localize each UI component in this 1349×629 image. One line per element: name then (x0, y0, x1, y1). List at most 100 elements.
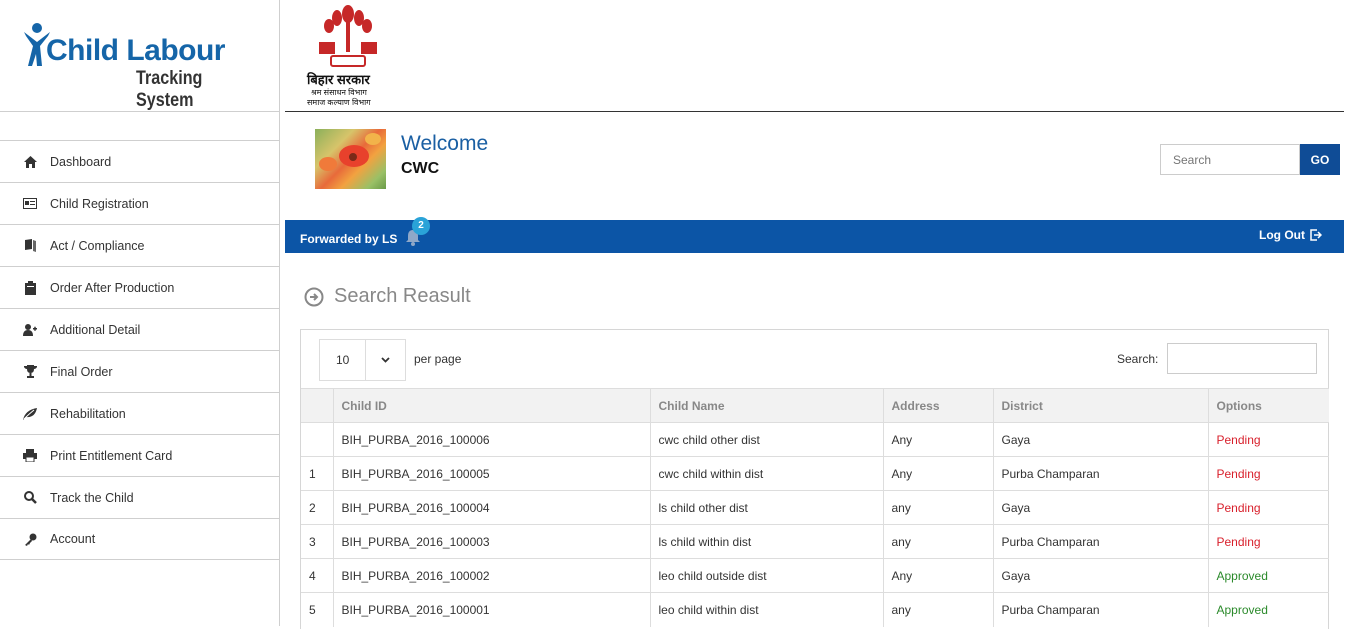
sidebar-item-child-registration[interactable]: Child Registration (0, 182, 279, 224)
row-index: 1 (301, 456, 334, 491)
district: Gaya (993, 422, 1209, 457)
column-header-child-name[interactable]: Child Name (650, 388, 884, 423)
emblem-line1: बिहार सरकार (307, 72, 370, 87)
table-search-label: Search: (1117, 352, 1159, 366)
sidebar-item-label: Account (50, 532, 96, 546)
welcome-area: Welcome CWC GO (285, 112, 1344, 220)
sidebar-item-label: Print Entitlement Card (50, 448, 173, 463)
column-header-district[interactable]: District (993, 388, 1209, 423)
table-search-input[interactable] (1167, 343, 1317, 374)
child-id: BIH_PURBA_2016_100004 (333, 490, 651, 525)
sidebar-item-track-the-child[interactable]: Track the Child (0, 476, 279, 518)
leaf-icon (22, 406, 38, 422)
sidebar-item-print-entitlement-card[interactable]: Print Entitlement Card (0, 434, 279, 476)
child-name: ls child within dist (650, 524, 884, 559)
clipboard-icon (22, 280, 38, 296)
row-index: 3 (301, 524, 334, 559)
row-index (301, 422, 334, 457)
app-logo[interactable]: Child Labour Tracking System (22, 20, 252, 111)
district: Purba Champaran (993, 524, 1209, 559)
id-card-icon (22, 196, 38, 212)
sidebar: Child Labour Tracking System Dashboard C… (0, 0, 280, 626)
child-name: leo child within dist (650, 592, 884, 627)
emblem-tree-icon (319, 5, 377, 67)
table-row: 4 BIH_PURBA_2016_100002 leo child outsid… (301, 558, 1329, 593)
bihar-government-emblem: बिहार सरकार श्रम संसाधन विभाग समाज कल्या… (305, 4, 395, 108)
sidebar-item-account[interactable]: Account (0, 518, 279, 560)
user-name: CWC (401, 160, 440, 177)
section-title-text: Search Reasult (334, 285, 471, 307)
section-title: Search Reasult (304, 285, 471, 308)
sidebar-item-label: Track the Child (50, 490, 134, 505)
forwarded-link[interactable]: Forwarded by LS (300, 232, 397, 246)
status-link[interactable]: Pending (1208, 422, 1329, 457)
sidebar-item-label: Final Order (50, 364, 113, 379)
address: any (883, 592, 994, 627)
child-name: ls child other dist (650, 490, 884, 525)
logo-title: Child Labour (46, 34, 225, 67)
status-link[interactable]: Pending (1208, 524, 1329, 559)
sidebar-item-dashboard[interactable]: Dashboard (0, 140, 279, 182)
table-row: 5 BIH_PURBA_2016_100001 leo child within… (301, 592, 1329, 627)
row-index: 4 (301, 558, 334, 593)
home-icon (22, 154, 38, 170)
results-panel: 10 per page Search: Child ID Child Name … (300, 329, 1329, 629)
child-id: BIH_PURBA_2016_100003 (333, 524, 651, 559)
column-header-address[interactable]: Address (883, 388, 994, 423)
row-index: 5 (301, 592, 334, 627)
table-row: 3 BIH_PURBA_2016_100003 ls child within … (301, 524, 1329, 559)
top-header: बिहार सरकार श्रम संसाधन विभाग समाज कल्या… (285, 0, 1344, 112)
sidebar-item-label: Dashboard (50, 154, 112, 169)
address: any (883, 524, 994, 559)
search-icon (22, 490, 38, 506)
go-button[interactable]: GO (1300, 144, 1340, 175)
status-link[interactable]: Pending (1208, 456, 1329, 491)
table-row: 1 BIH_PURBA_2016_100005 cwc child within… (301, 456, 1329, 491)
logo-subtitle: Tracking System (136, 68, 203, 111)
action-bar: Forwarded by LS 2 Log Out (285, 217, 1344, 253)
emblem-line3: समाज कल्याण विभाग (307, 98, 371, 107)
results-table: Child ID Child Name Address District Opt… (301, 388, 1329, 627)
sidebar-item-order-after-production[interactable]: Order After Production (0, 266, 279, 308)
district: Purba Champaran (993, 456, 1209, 491)
address: Any (883, 422, 994, 457)
welcome-heading: Welcome (401, 132, 489, 155)
sidebar-nav: Dashboard Child Registration Act / Compl… (0, 140, 279, 560)
chevron-down-icon (366, 340, 405, 380)
table-row: 2 BIH_PURBA_2016_100004 ls child other d… (301, 490, 1329, 525)
per-page-select[interactable]: 10 (319, 339, 406, 381)
status-link[interactable]: Approved (1208, 592, 1329, 627)
address: any (883, 490, 994, 525)
status-link[interactable]: Approved (1208, 558, 1329, 593)
column-header-child-id[interactable]: Child ID (333, 388, 651, 423)
sidebar-item-additional-detail[interactable]: Additional Detail (0, 308, 279, 350)
logout-label: Log Out (1259, 228, 1305, 242)
sidebar-item-rehabilitation[interactable]: Rehabilitation (0, 392, 279, 434)
sidebar-item-final-order[interactable]: Final Order (0, 350, 279, 392)
child-name: cwc child other dist (650, 422, 884, 457)
sidebar-item-act-compliance[interactable]: Act / Compliance (0, 224, 279, 266)
user-plus-icon (22, 322, 38, 338)
logo-area: Child Labour Tracking System (0, 0, 279, 112)
notification-badge: 2 (412, 217, 430, 235)
column-header-options[interactable]: Options (1208, 388, 1329, 423)
search-input[interactable] (1160, 144, 1300, 175)
logout-icon (1310, 229, 1322, 241)
column-header-index[interactable] (301, 388, 334, 423)
arrow-circle-icon (304, 287, 324, 306)
row-index: 2 (301, 490, 334, 525)
table-header-row: Child ID Child Name Address District Opt… (301, 388, 1329, 423)
profile-image (315, 129, 386, 189)
per-page-label: per page (414, 352, 462, 366)
child-id: BIH_PURBA_2016_100005 (333, 456, 651, 491)
district: Gaya (993, 558, 1209, 593)
child-id: BIH_PURBA_2016_100001 (333, 592, 651, 627)
per-page-value: 10 (320, 340, 366, 380)
key-icon (22, 531, 38, 547)
child-id: BIH_PURBA_2016_100006 (333, 422, 651, 457)
district: Purba Champaran (993, 592, 1209, 627)
logout-button[interactable]: Log Out (1259, 228, 1322, 242)
status-link[interactable]: Pending (1208, 490, 1329, 525)
table-row: BIH_PURBA_2016_100006 cwc child other di… (301, 422, 1329, 457)
trophy-icon (22, 364, 38, 380)
